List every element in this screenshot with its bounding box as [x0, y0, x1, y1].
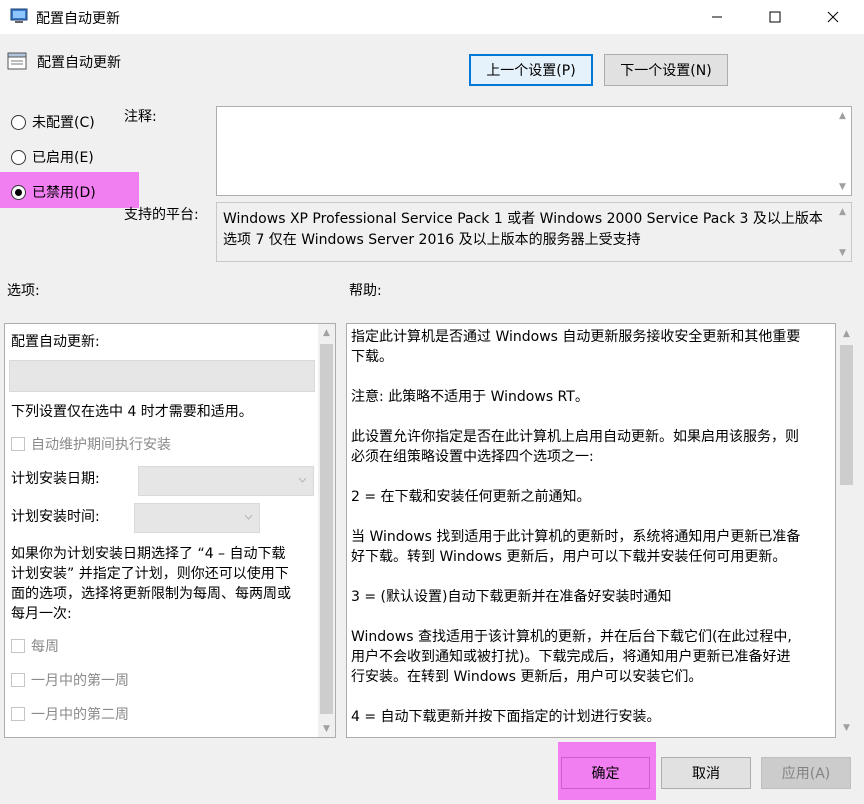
- configure-label: 配置自动更新:: [11, 334, 100, 350]
- help-scrollbar[interactable]: ▲ ▼: [838, 323, 855, 738]
- radio-disabled[interactable]: 已禁用(D): [11, 182, 96, 202]
- checkbox-label: 每周: [31, 639, 59, 655]
- help-heading: 帮助:: [349, 283, 382, 299]
- maximize-icon: [769, 11, 781, 23]
- schedule-description: 如果你为计划安装日期选择了 “4 – 自动下载 计划安装” 并指定了计划，则你还…: [11, 544, 291, 624]
- radio-label: 未配置(C): [32, 115, 95, 131]
- supported-line: 选项 7 仅在 Windows Server 2016 及以上版本的服务器上受支…: [223, 232, 641, 248]
- radio-label: 已启用(E): [32, 150, 94, 166]
- radio-label: 已禁用(D): [32, 185, 96, 201]
- supported-platforms-box: Windows XP Professional Service Pack 1 或…: [216, 202, 852, 262]
- previous-setting-button[interactable]: 上一个设置(P): [469, 54, 593, 86]
- help-line: 2 = 在下载和安装任何更新之前通知。: [351, 489, 591, 505]
- checkbox-box[interactable]: [11, 639, 25, 653]
- help-line: 此设置允许你指定是否在此计算机上启用自动更新。如果启用该服务，则: [351, 429, 799, 445]
- radio-circle[interactable]: [11, 114, 26, 130]
- options-note: 下列设置仅在选中 4 时才需要和适用。: [11, 404, 253, 420]
- comment-label: 注释:: [124, 109, 157, 125]
- chevron-down-icon: [244, 514, 253, 520]
- scroll-down-icon[interactable]: ▼: [318, 720, 335, 737]
- minimize-button[interactable]: [694, 0, 740, 34]
- options-scrollbar[interactable]: ▲ ▼: [318, 324, 335, 737]
- schedule-time-dropdown[interactable]: [134, 503, 260, 533]
- options-panel: 配置自动更新: 下列设置仅在选中 4 时才需要和适用。 自动维护期间执行安装 计…: [4, 323, 336, 738]
- policy-title: 配置自动更新: [37, 55, 121, 71]
- supported-line: Windows XP Professional Service Pack 1 或…: [223, 211, 823, 227]
- schedule-time-label: 计划安装时间:: [11, 509, 100, 525]
- checkbox-label: 一月中的第二周: [31, 707, 129, 723]
- weekly-checkbox[interactable]: 每周: [11, 636, 59, 656]
- scroll-down-icon[interactable]: ▼: [834, 178, 851, 195]
- second-week-checkbox[interactable]: 一月中的第二周: [11, 704, 129, 724]
- next-setting-button[interactable]: 下一个设置(N): [604, 54, 728, 86]
- comment-scrollbar[interactable]: ▲ ▼: [834, 107, 851, 195]
- checkbox-label: 一月中的第一周: [31, 673, 129, 689]
- radio-enabled[interactable]: 已启用(E): [11, 147, 94, 167]
- scroll-down-icon[interactable]: ▼: [838, 719, 855, 736]
- help-line: 下载。: [351, 349, 393, 365]
- checkbox-box[interactable]: [11, 673, 25, 687]
- help-line: 4 = 自动下载更新并按下面指定的计划进行安装。: [351, 709, 661, 725]
- help-line: 必须在组策略设置中选择四个选项之一:: [351, 449, 594, 465]
- app-icon: [10, 8, 28, 23]
- help-line: 当 Windows 找到适用于此计算机的更新时，系统将通知用户更新已准备: [351, 529, 801, 545]
- help-paragraph: 3 = (默认设置)自动下载更新并在准备好安装时通知: [351, 587, 831, 607]
- window-title: 配置自动更新: [36, 11, 120, 27]
- close-button[interactable]: [810, 0, 856, 34]
- maintenance-checkbox[interactable]: 自动维护期间执行安装: [11, 434, 171, 454]
- checkbox-label: 自动维护期间执行安装: [31, 437, 171, 453]
- schedule-day-dropdown[interactable]: [138, 466, 314, 496]
- supported-scrollbar[interactable]: ▲ ▼: [834, 203, 851, 261]
- help-line: 注意: 此策略不适用于 Windows RT。: [351, 389, 589, 405]
- supported-label: 支持的平台:: [124, 207, 199, 223]
- scroll-up-icon[interactable]: ▲: [834, 107, 851, 124]
- desc-line: 如果你为计划安装日期选择了 “4 – 自动下载: [11, 546, 286, 562]
- options-heading: 选项:: [7, 283, 40, 299]
- minimize-icon: [712, 16, 722, 18]
- policy-setting-icon: [7, 52, 27, 70]
- help-paragraph: 此设置允许你指定是否在此计算机上启用自动更新。如果启用该服务，则 必须在组策略设…: [351, 427, 831, 467]
- help-line: Windows 查找适用于该计算机的更新，并在后台下载它们(在此过程中,: [351, 629, 792, 645]
- help-line: 指定此计算机是否通过 Windows 自动更新服务接收安全更新和其他重要: [351, 329, 801, 345]
- close-icon: [827, 11, 839, 23]
- scroll-up-icon[interactable]: ▲: [838, 325, 855, 342]
- checkbox-box[interactable]: [11, 437, 25, 451]
- scroll-thumb[interactable]: [320, 344, 333, 714]
- checkbox-box[interactable]: [11, 707, 25, 721]
- help-paragraph: 4 = 自动下载更新并按下面指定的计划进行安装。: [351, 707, 831, 727]
- radio-not-configured[interactable]: 未配置(C): [11, 112, 95, 132]
- scroll-up-icon[interactable]: ▲: [318, 324, 335, 341]
- cancel-button[interactable]: 取消: [661, 757, 751, 789]
- first-week-checkbox[interactable]: 一月中的第一周: [11, 670, 129, 690]
- schedule-day-label: 计划安装日期:: [11, 471, 100, 487]
- help-paragraph: 注意: 此策略不适用于 Windows RT。: [351, 387, 831, 407]
- ok-button[interactable]: 确定: [561, 757, 650, 789]
- configure-dropdown[interactable]: [9, 360, 315, 392]
- radio-circle[interactable]: [11, 149, 26, 165]
- help-line: 好下载。转到 Windows 更新后，用户可以下载并安装任何可用更新。: [351, 549, 787, 565]
- help-line: 3 = (默认设置)自动下载更新并在准备好安装时通知: [351, 589, 672, 605]
- help-paragraph: Windows 查找适用于该计算机的更新，并在后台下载它们(在此过程中, 用户不…: [351, 627, 831, 687]
- desc-line: 每月一次:: [11, 606, 72, 622]
- title-bar: 配置自动更新: [0, 0, 864, 34]
- help-paragraph: 指定此计算机是否通过 Windows 自动更新服务接收安全更新和其他重要 下载。: [351, 327, 831, 367]
- help-paragraph: 当 Windows 找到适用于此计算机的更新时，系统将通知用户更新已准备 好下载…: [351, 527, 831, 567]
- desc-line: 计划安装” 并指定了计划，则你还可以使用下: [11, 566, 289, 582]
- scroll-thumb[interactable]: [840, 345, 853, 485]
- radio-circle-checked[interactable]: [11, 184, 26, 200]
- scroll-up-icon[interactable]: ▲: [834, 203, 851, 220]
- help-paragraph: 2 = 在下载和安装任何更新之前通知。: [351, 487, 831, 507]
- comment-textarea[interactable]: ▲ ▼: [216, 106, 852, 196]
- scroll-down-icon[interactable]: ▼: [834, 244, 851, 261]
- apply-button[interactable]: 应用(A): [761, 757, 851, 789]
- help-line: 用户不会收到通知或被打扰)。下载完成后，将通知用户更新已准备好进: [351, 649, 791, 665]
- maximize-button[interactable]: [752, 0, 798, 34]
- chevron-down-icon: [298, 477, 307, 483]
- desc-line: 面的选项，选择将更新限制为每周、每两周或: [11, 586, 291, 602]
- help-line: 行安装。在转到 Windows 更新后，用户可以安装它们。: [351, 669, 703, 685]
